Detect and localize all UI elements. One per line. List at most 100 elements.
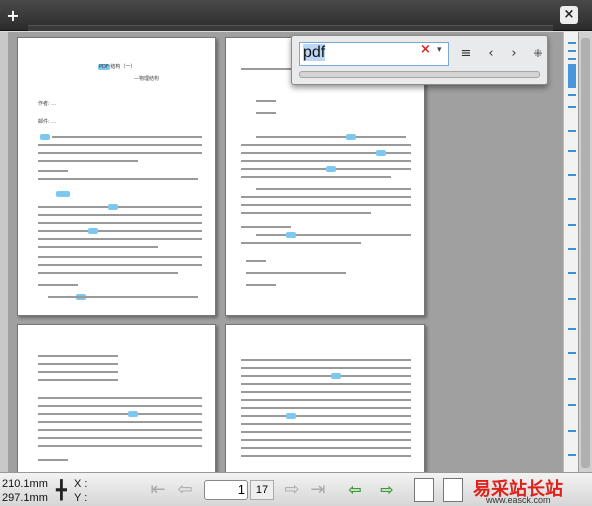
pin-icon[interactable]: ⁜ [529, 45, 547, 63]
result-marker[interactable] [568, 64, 576, 88]
result-marker[interactable] [568, 106, 576, 108]
result-marker[interactable] [568, 298, 576, 300]
result-marker[interactable] [568, 58, 576, 60]
text-line [241, 455, 411, 457]
text-line [38, 206, 202, 208]
text-line [241, 160, 411, 162]
first-page-icon[interactable]: ⇤ [146, 478, 170, 502]
text-line [256, 136, 406, 138]
add-tab-button[interactable]: + [4, 7, 22, 25]
last-page-icon[interactable]: ⇥ [306, 478, 330, 502]
scroll-thumb[interactable] [581, 38, 590, 468]
text-line [38, 272, 178, 274]
result-marker[interactable] [568, 42, 576, 44]
text-line [38, 429, 202, 431]
text-line [241, 196, 411, 198]
result-marker[interactable] [568, 224, 576, 226]
result-marker[interactable] [568, 50, 576, 52]
text-line [241, 204, 411, 206]
search-progress-bar [299, 71, 540, 78]
search-highlight [88, 228, 98, 234]
result-marker[interactable] [568, 328, 576, 330]
page-height: 297.1mm [2, 492, 48, 504]
result-marker[interactable] [568, 352, 576, 354]
result-marker[interactable] [568, 248, 576, 250]
text-line [38, 144, 202, 146]
result-marker[interactable] [568, 174, 576, 176]
crosshair-icon: ╋ [56, 480, 67, 501]
close-button[interactable]: × [560, 6, 578, 24]
page-thumbnail-4[interactable] [225, 324, 425, 472]
page-number-input[interactable]: 1 [204, 480, 248, 500]
result-marker[interactable] [568, 404, 576, 406]
search-highlight [346, 134, 356, 140]
text-line [241, 367, 411, 369]
search-highlight [331, 373, 341, 379]
text-line [38, 256, 202, 258]
text-line [38, 379, 118, 381]
text-line [38, 178, 198, 180]
search-highlight [128, 411, 138, 417]
page-count: 17 [250, 480, 274, 500]
result-marker[interactable] [568, 130, 576, 132]
page-thumbnail-3[interactable] [17, 324, 216, 472]
author-line: 作者: ... [38, 101, 57, 107]
result-marker[interactable] [568, 454, 576, 456]
next-result-button[interactable]: › [505, 45, 523, 63]
back-icon[interactable]: ⇦ [344, 478, 366, 502]
text-line [38, 214, 202, 216]
text-line [38, 230, 202, 232]
search-options-icon[interactable]: ≡ [457, 45, 475, 63]
text-line [241, 144, 411, 146]
forward-icon[interactable]: ⇨ [376, 478, 398, 502]
text-line [241, 423, 411, 425]
text-line [38, 152, 202, 154]
text-line [38, 445, 202, 447]
search-highlight [376, 150, 386, 156]
find-panel: pdf × ▾ ≡ ‹ › ⁜ [291, 35, 548, 85]
text-line [241, 383, 411, 385]
left-gutter [0, 32, 8, 472]
search-highlight [56, 191, 70, 197]
text-line [38, 264, 202, 266]
previous-page-icon[interactable]: ⇦ [173, 478, 197, 502]
search-highlight [108, 204, 118, 210]
result-marker[interactable] [568, 378, 576, 380]
two-page-view-icon[interactable] [443, 478, 463, 502]
text-line [38, 413, 202, 415]
result-marker[interactable] [568, 150, 576, 152]
clear-search-icon[interactable]: × [420, 42, 431, 57]
document-viewer[interactable]: PDF 结构（一） —物理结构 作者: ... 邮件: ... [8, 32, 563, 472]
text-line [241, 242, 361, 244]
text-line [48, 296, 198, 298]
text-line [38, 284, 78, 286]
text-line [246, 272, 346, 274]
next-page-icon[interactable]: ⇨ [280, 478, 304, 502]
search-highlight [326, 166, 336, 172]
email-line: 邮件: ... [38, 119, 57, 125]
text-line [38, 246, 158, 248]
search-results-sidebar[interactable] [563, 32, 578, 472]
text-line [256, 188, 411, 190]
search-query: pdf [303, 44, 326, 61]
text-line [241, 212, 371, 214]
text-line [38, 222, 202, 224]
y-coordinate-label: Y : [74, 492, 88, 504]
result-marker[interactable] [568, 272, 576, 274]
text-line [256, 100, 276, 102]
result-marker[interactable] [568, 94, 576, 96]
chevron-down-icon[interactable]: ▾ [437, 45, 442, 55]
text-line [241, 447, 411, 449]
text-line [38, 397, 202, 399]
previous-result-button[interactable]: ‹ [482, 45, 500, 63]
text-line [38, 371, 118, 373]
result-marker[interactable] [568, 198, 576, 200]
page-title: PDF 结构（一） [99, 64, 136, 70]
text-line [38, 405, 202, 407]
single-page-view-icon[interactable] [414, 478, 434, 502]
search-highlight [40, 134, 50, 140]
page-thumbnail-1[interactable]: PDF 结构（一） —物理结构 作者: ... 邮件: ... [17, 37, 216, 316]
top-toolbar: + × [0, 0, 592, 31]
vertical-scrollbar[interactable] [578, 32, 592, 472]
result-marker[interactable] [568, 430, 576, 432]
